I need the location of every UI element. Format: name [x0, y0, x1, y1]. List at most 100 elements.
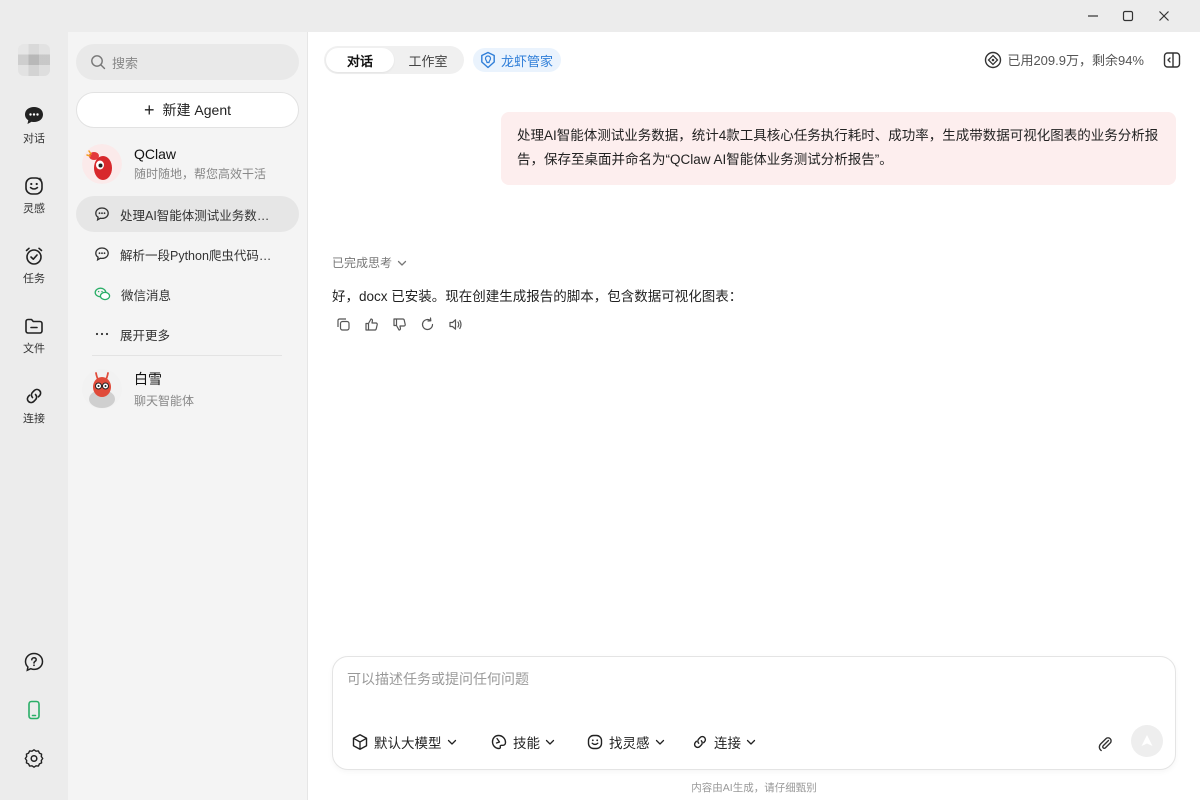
skill-icon: [491, 734, 507, 750]
wechat-icon: [94, 287, 111, 301]
speaker-icon: [449, 318, 462, 330]
composer: 默认大模型 技能 找灵感 连接: [332, 656, 1176, 770]
agent-baixue[interactable]: 白雪 聊天智能体: [76, 365, 299, 413]
more-dots-icon: [95, 332, 109, 336]
copy-icon: [337, 317, 350, 331]
skills-selector[interactable]: 技能: [490, 731, 556, 753]
refresh-icon: [421, 316, 434, 330]
read-aloud-button[interactable]: [448, 314, 476, 334]
sidebar-panel-icon: [1163, 52, 1181, 68]
rail-label-chat: 对话: [23, 132, 45, 145]
rail-item-inspiration[interactable]: 灵感: [8, 168, 60, 222]
link-icon: [26, 388, 42, 403]
close-icon: [1159, 11, 1169, 21]
assistant-reply: 好，docx 已安装。现在创建生成报告的脚本，包含数据可视化图表：: [332, 289, 743, 304]
smile-icon: [25, 176, 43, 195]
connect-selector[interactable]: 连接: [691, 731, 757, 753]
expand-more-label: 展开更多: [120, 328, 171, 343]
chevron-down-icon: [397, 260, 407, 266]
dislike-button[interactable]: [392, 314, 420, 334]
help-button[interactable]: [14, 642, 54, 682]
skills-selector-label: 技能: [513, 736, 540, 751]
attach-button[interactable]: [1093, 731, 1117, 755]
user-avatar[interactable]: [18, 44, 50, 76]
chat-item-label: 解析一段Python爬虫代码（含反爬逻辑）: [120, 248, 280, 263]
help-icon: [24, 652, 44, 672]
settings-button[interactable]: [14, 738, 54, 778]
model-selector[interactable]: 默认大模型: [351, 731, 458, 753]
search-input[interactable]: 搜索: [76, 44, 299, 80]
rail-label-inspiration: 灵感: [23, 202, 45, 215]
chat-item[interactable]: 解析一段Python爬虫代码（含反爬逻辑）: [76, 236, 299, 272]
paperclip-icon: [1098, 737, 1112, 752]
lobster-glasses-icon: [82, 369, 122, 409]
rail-item-files[interactable]: 文件: [8, 308, 60, 362]
maximize-icon: [1122, 10, 1134, 22]
title-bar: [0, 0, 1200, 32]
smile-icon: [587, 734, 603, 750]
like-button[interactable]: [364, 314, 392, 334]
panel-toggle-button[interactable]: [1160, 48, 1184, 72]
expand-more-button[interactable]: 展开更多: [76, 316, 299, 352]
left-rail: 对话 灵感 任务 文件 连接: [0, 32, 68, 800]
inspiration-selector[interactable]: 找灵感: [586, 731, 666, 753]
rail-item-chat[interactable]: 对话: [8, 98, 60, 152]
ai-disclaimer: 内容由AI生成，请仔细甄别: [691, 782, 817, 794]
chevron-down-icon: [655, 739, 664, 745]
prompt-input[interactable]: [347, 669, 1147, 709]
agent-qclaw[interactable]: QClaw 随时随地，帮您高效干活: [76, 140, 299, 188]
send-button[interactable]: [1131, 725, 1163, 757]
model-selector-label: 默认大模型: [374, 736, 442, 751]
connect-selector-label: 连接: [714, 736, 741, 751]
chat-item-active[interactable]: 处理AI智能体测试业务数据，统计4款工具核心任务执行耗时: [76, 196, 299, 232]
thinking-toggle[interactable]: 已完成思考: [332, 254, 408, 271]
chat-bubble-icon: [95, 207, 109, 222]
usage-text: 已用209.9万，剩余94%: [1007, 53, 1144, 68]
settings-icon: [24, 749, 44, 768]
rail-item-tasks[interactable]: 任务: [8, 238, 60, 292]
rail-label-files: 文件: [23, 342, 45, 355]
mobile-button[interactable]: [14, 690, 54, 730]
thumbs-down-icon: [393, 317, 406, 331]
chat-bubble-icon: [95, 247, 109, 262]
tab-chat[interactable]: 对话: [326, 48, 394, 72]
minimize-icon: [1088, 15, 1098, 17]
baixue-avatar: [82, 369, 122, 409]
housekeeper-button[interactable]: 龙虾管家: [473, 48, 562, 72]
sidebar: 搜索 + 新建 Agent QClaw 随时随地，帮您高效干活 处理AI智能体测…: [68, 32, 308, 800]
main-panel: 对话 工作室 龙虾管家 已用209.9万，剩余94% 处理AI智能体测试业务数据…: [308, 32, 1200, 800]
shield-icon: [481, 51, 495, 69]
sidebar-divider: [92, 355, 282, 356]
regenerate-button[interactable]: [420, 314, 448, 334]
chat-item-wechat[interactable]: 微信消息: [76, 276, 299, 312]
tab-studio[interactable]: 工作室: [394, 48, 462, 72]
phone-icon: [28, 700, 40, 720]
lobster-mascot-icon: [82, 144, 122, 184]
link-icon: [693, 735, 707, 749]
chevron-down-icon: [545, 739, 555, 745]
usage-indicator[interactable]: 已用209.9万，剩余94%: [984, 50, 1144, 69]
alarm-icon: [25, 247, 43, 265]
copy-button[interactable]: [336, 314, 364, 334]
close-button[interactable]: [1146, 0, 1182, 32]
folder-icon: [25, 318, 43, 334]
plus-icon: +: [144, 100, 155, 120]
housekeeper-label: 龙虾管家: [501, 53, 554, 69]
cube-icon: [352, 734, 368, 750]
maximize-button[interactable]: [1110, 0, 1146, 32]
new-agent-label: 新建 Agent: [162, 102, 231, 118]
chat-item-label: 处理AI智能体测试业务数据，统计4款工具核心任务执行耗时: [120, 208, 280, 223]
agent-desc: 聊天智能体: [134, 394, 195, 408]
minimize-button[interactable]: [1075, 0, 1111, 32]
agent-name: QClaw: [134, 146, 177, 162]
new-agent-button[interactable]: + 新建 Agent: [76, 92, 299, 128]
rail-item-connect[interactable]: 连接: [8, 378, 60, 432]
chat-icon: [25, 106, 43, 124]
inspiration-selector-label: 找灵感: [609, 736, 650, 751]
thumbs-up-icon: [365, 317, 378, 331]
user-message: 处理AI智能体测试业务数据，统计4款工具核心任务执行耗时、成功率，生成带数据可视…: [501, 112, 1176, 185]
send-arrow-icon: [1141, 735, 1153, 746]
chevron-down-icon: [746, 739, 756, 745]
mode-tabs: 对话 工作室: [324, 46, 464, 74]
search-icon: [91, 55, 106, 70]
